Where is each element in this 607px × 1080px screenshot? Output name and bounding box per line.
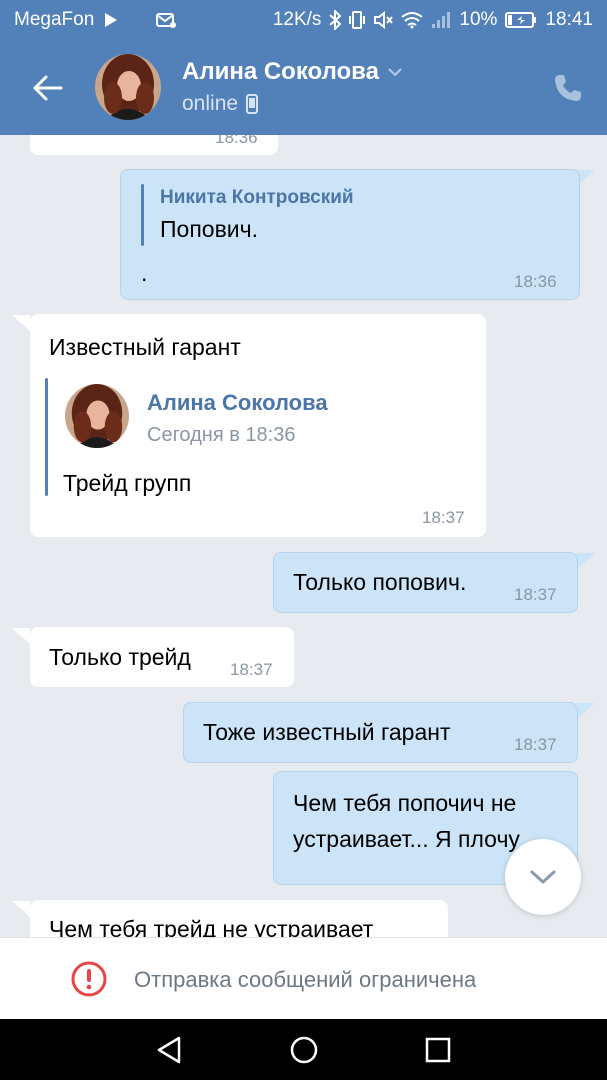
message-time: 18:36	[514, 272, 557, 291]
nav-back-button[interactable]	[152, 1033, 186, 1067]
message-time: 18:37	[514, 585, 557, 604]
forward-date: Сегодня в 18:36	[147, 424, 296, 446]
message-list[interactable]: 18:36 Никита Контровский Попович. . 18:3…	[0, 135, 607, 937]
message-outgoing[interactable]: Тоже известный гарант 18:37	[183, 702, 578, 763]
message-text-line-2: устраивает... Я плочу	[293, 826, 520, 852]
bubble-tail	[577, 703, 595, 719]
avatar[interactable]	[65, 384, 129, 448]
battery-charging-icon	[505, 11, 537, 29]
system-nav-bar	[0, 1019, 607, 1080]
scroll-to-bottom-button[interactable]	[505, 839, 581, 915]
chevron-down-icon	[388, 68, 402, 77]
nav-recents-button[interactable]	[421, 1033, 455, 1067]
call-button[interactable]	[548, 68, 588, 108]
message-text: Только попович.	[293, 569, 467, 595]
bubble-tail	[577, 553, 595, 569]
nav-home-button[interactable]	[287, 1033, 321, 1067]
status-bar: MegaFon 12K/s 10% 18:41	[0, 0, 607, 40]
mobile-icon	[246, 94, 259, 114]
forward-author[interactable]: Алина Соколова	[147, 390, 328, 416]
bubble-tail	[12, 315, 30, 331]
message-text-line-1: Чем тебя попочич не	[293, 790, 517, 816]
online-status-text: online	[182, 92, 239, 115]
avatar[interactable]	[95, 54, 161, 120]
message-notification-icon	[156, 12, 177, 28]
message-time: 18:36	[215, 135, 258, 147]
arrow-left-icon	[33, 75, 63, 101]
back-button[interactable]	[28, 68, 68, 108]
message-time: 18:37	[230, 660, 273, 679]
message-text: Чем тебя трейд не устраивает	[49, 916, 374, 937]
restriction-text: Отправка сообщений ограничена	[134, 967, 477, 992]
message-text: Тоже известный гарант	[203, 719, 451, 745]
online-status: online	[182, 92, 259, 116]
clock: 18:41	[545, 9, 593, 30]
message-text: .	[141, 260, 148, 286]
chat-header: Алина Соколова online	[0, 40, 607, 135]
contact-name[interactable]: Алина Соколова	[182, 58, 403, 86]
forward-text: Трейд групп	[63, 470, 192, 496]
forward-text: Попович.	[160, 216, 259, 242]
message-text: Только трейд	[49, 644, 191, 670]
messaging-restricted-bar: Отправка сообщений ограничена	[0, 937, 607, 1019]
bluetooth-icon	[329, 10, 342, 30]
message-time: 18:37	[422, 508, 465, 527]
warning-icon	[70, 960, 108, 1003]
signal-icon	[431, 11, 451, 29]
message-time: 18:37	[514, 735, 557, 754]
message-incoming[interactable]: 18:36	[30, 135, 278, 155]
message-text: Известный гарант	[49, 334, 241, 360]
message-outgoing[interactable]: Только попович. 18:37	[273, 552, 578, 613]
chevron-down-icon	[530, 870, 556, 884]
message-incoming[interactable]: Чем тебя трейд не устраивает	[30, 900, 448, 937]
carrier-label: MegaFon	[14, 9, 95, 30]
network-speed: 12K/s	[272, 9, 322, 30]
battery-percent: 10%	[459, 9, 498, 30]
triangle-back-icon	[157, 1036, 181, 1064]
forward-bar	[45, 378, 48, 496]
play-icon	[104, 12, 118, 28]
vibrate-icon	[349, 10, 366, 30]
square-recents-icon	[425, 1037, 451, 1063]
circle-home-icon	[290, 1036, 318, 1064]
message-outgoing[interactable]: Никита Контровский Попович. . 18:36	[120, 169, 580, 300]
mute-icon	[373, 11, 394, 29]
wifi-icon	[401, 11, 424, 29]
bubble-tail	[12, 901, 30, 917]
message-incoming[interactable]: Известный гарант Алина Соколова Сегодня …	[30, 314, 486, 537]
bubble-tail	[12, 628, 30, 644]
phone-icon	[555, 75, 581, 101]
forward-bar	[141, 184, 144, 246]
forward-author[interactable]: Никита Контровский	[160, 187, 354, 209]
contact-name-text: Алина Соколова	[182, 58, 379, 85]
message-incoming[interactable]: Только трейд 18:37	[30, 627, 294, 687]
